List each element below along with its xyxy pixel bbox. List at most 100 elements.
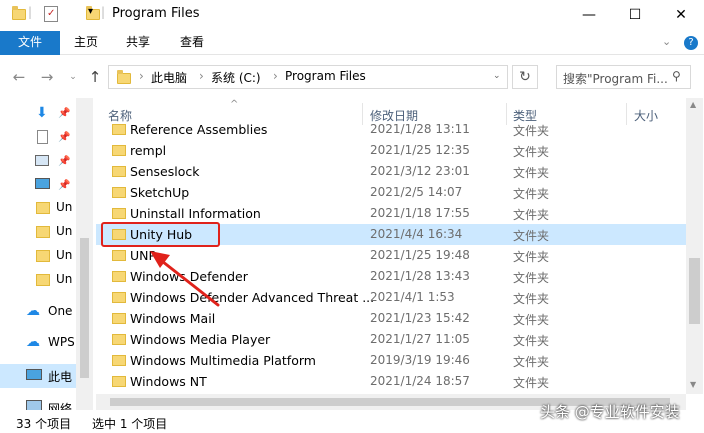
file-date: 2021/1/27 11:05 (370, 332, 470, 346)
table-row[interactable]: Reference Assemblies 2021/1/28 13:11 文件夹 (96, 120, 686, 140)
file-name: Uninstall Information (130, 206, 261, 221)
tab-file[interactable]: 文件 (0, 31, 60, 55)
file-type: 文件夹 (513, 313, 550, 327)
folder-icon (112, 250, 126, 261)
nav-item-pictures[interactable]: 📌 (0, 150, 76, 174)
table-row[interactable]: UNP 2021/1/25 19:48 文件夹 (96, 245, 686, 266)
forward-arrow-icon[interactable]: → (38, 67, 56, 87)
scroll-down-icon[interactable]: ▼ (690, 380, 696, 389)
chevron-right-icon[interactable]: › (139, 69, 144, 83)
scrollbar-thumb[interactable] (80, 238, 89, 378)
refresh-button[interactable]: ↻ (512, 65, 538, 89)
nav-item-this-pc[interactable]: 此电 (0, 364, 76, 388)
table-row[interactable]: Uninstall Information 2021/1/18 17:55 文件夹 (96, 203, 686, 224)
file-date: 2021/1/25 19:48 (370, 248, 470, 262)
file-date: 2021/2/5 14:07 (370, 185, 463, 199)
file-type: 文件夹 (513, 166, 550, 180)
up-arrow-icon[interactable]: ↑ (86, 67, 104, 87)
nav-item-label: One (48, 304, 73, 318)
breadcrumb-program-files[interactable]: Program Files (285, 69, 366, 83)
scroll-up-icon[interactable]: ▲ (690, 100, 696, 109)
chevron-down-icon[interactable]: ⌄ (493, 71, 501, 81)
address-bar[interactable]: › 此电脑 › 系统 (C:) › Program Files ⌄ (108, 65, 508, 89)
file-name: Senseslock (130, 164, 200, 179)
nav-item-folder[interactable]: Un (0, 220, 76, 244)
separator: | (28, 5, 33, 19)
table-row[interactable]: Windows Multimedia Platform 2019/3/19 19:… (96, 350, 686, 371)
file-list: Reference Assemblies 2021/1/28 13:11 文件夹 r… (96, 120, 686, 392)
selected-count: 选中 1 个项目 (92, 417, 168, 431)
file-date: 2021/1/25 12:35 (370, 143, 470, 157)
file-date: 2021/4/1 1:53 (370, 290, 455, 304)
minimize-button[interactable]: — (566, 0, 612, 30)
nav-item-label: 此电 (48, 370, 73, 384)
chevron-down-icon[interactable]: ⌄ (662, 35, 671, 48)
nav-item-onedrive[interactable]: ☁ One (0, 300, 76, 324)
tab-view[interactable]: 查看 (172, 31, 212, 55)
cloud-icon: ☁ (26, 303, 40, 319)
search-icon[interactable]: ⚲ (672, 69, 681, 83)
folder-icon (112, 313, 126, 324)
recent-locations-icon[interactable]: ⌄ (64, 67, 82, 87)
nav-item-documents[interactable]: 📌 (0, 126, 76, 150)
chevron-right-icon[interactable]: › (199, 69, 204, 83)
file-name: Windows Defender (130, 269, 248, 284)
scrollbar-thumb[interactable] (689, 258, 700, 324)
file-type: 文件夹 (513, 124, 550, 138)
nav-item-label: Un (56, 272, 73, 286)
file-type: 文件夹 (513, 334, 550, 348)
help-icon[interactable]: ? (684, 36, 698, 50)
table-row[interactable]: Windows Media Player 2021/1/27 11:05 文件夹 (96, 329, 686, 350)
nav-pane-scrollbar[interactable] (76, 98, 93, 410)
tab-home[interactable]: 主页 (66, 31, 106, 55)
picture-icon (35, 155, 49, 166)
nav-item-folder[interactable]: Un (0, 268, 76, 292)
file-name: Windows Media Player (130, 332, 271, 347)
nav-item-desktop[interactable]: 📌 (0, 174, 76, 198)
nav-item-downloads[interactable]: ⬇ 📌 (0, 102, 76, 126)
file-name: Windows Mail (130, 311, 216, 326)
document-icon (37, 130, 48, 144)
customize-toolbar-icon[interactable]: ▾ (88, 6, 93, 24)
nav-item-label: Un (56, 248, 73, 262)
window-title: Program Files (112, 6, 200, 21)
ribbon-tabs: 文件 主页 共享 查看 ⌄ ? (0, 31, 704, 55)
nav-item-folder[interactable]: Un (0, 244, 76, 268)
properties-icon[interactable]: ✓ (44, 6, 58, 22)
file-type: 文件夹 (513, 145, 550, 159)
pin-icon[interactable]: 📌 (58, 180, 70, 191)
table-row[interactable]: Windows Defender 2021/1/28 13:43 文件夹 (96, 266, 686, 287)
separator: | (101, 5, 106, 19)
table-row[interactable]: Windows Mail 2021/1/23 15:42 文件夹 (96, 308, 686, 329)
pin-icon[interactable]: 📌 (58, 108, 70, 119)
table-row[interactable]: Windows Defender Advanced Threat ... 2021… (96, 287, 686, 308)
pin-icon[interactable]: 📌 (58, 156, 70, 167)
file-list-scrollbar[interactable]: ▲ ▼ (686, 98, 703, 394)
nav-item-label: Un (56, 200, 73, 214)
search-input[interactable]: 搜索"Program Fi... ⚲ (556, 65, 691, 89)
folder-icon (12, 6, 26, 20)
tab-share[interactable]: 共享 (118, 31, 158, 55)
breadcrumb-c-drive[interactable]: 系统 (C:) (211, 69, 261, 86)
table-row[interactable]: rempl 2021/1/25 12:35 文件夹 (96, 140, 686, 161)
table-row[interactable]: Windows NT 2021/1/24 18:57 文件夹 (96, 371, 686, 392)
search-placeholder: 搜索"Program Fi... (563, 72, 668, 86)
file-type: 文件夹 (513, 271, 550, 285)
table-row[interactable]: SketchUp 2021/2/5 14:07 文件夹 (96, 182, 686, 203)
nav-item-network[interactable]: 网络 (0, 396, 76, 410)
nav-item-folder[interactable]: Un (0, 196, 76, 220)
nav-item-wps[interactable]: ☁ WPS (0, 331, 76, 355)
file-name: UNP (130, 248, 157, 263)
breadcrumb-this-pc[interactable]: 此电脑 (151, 69, 187, 86)
folder-icon (36, 226, 50, 238)
folder-icon (112, 271, 126, 282)
back-arrow-icon[interactable]: ← (10, 67, 28, 87)
chevron-right-icon[interactable]: › (273, 69, 278, 83)
file-type: 文件夹 (513, 208, 550, 222)
pin-icon[interactable]: 📌 (58, 132, 70, 143)
close-button[interactable]: ✕ (658, 0, 704, 30)
maximize-button[interactable]: ☐ (612, 0, 658, 30)
table-row[interactable]: Senseslock 2021/3/12 23:01 文件夹 (96, 161, 686, 182)
folder-icon (112, 124, 126, 135)
file-name: Reference Assemblies (130, 122, 268, 137)
